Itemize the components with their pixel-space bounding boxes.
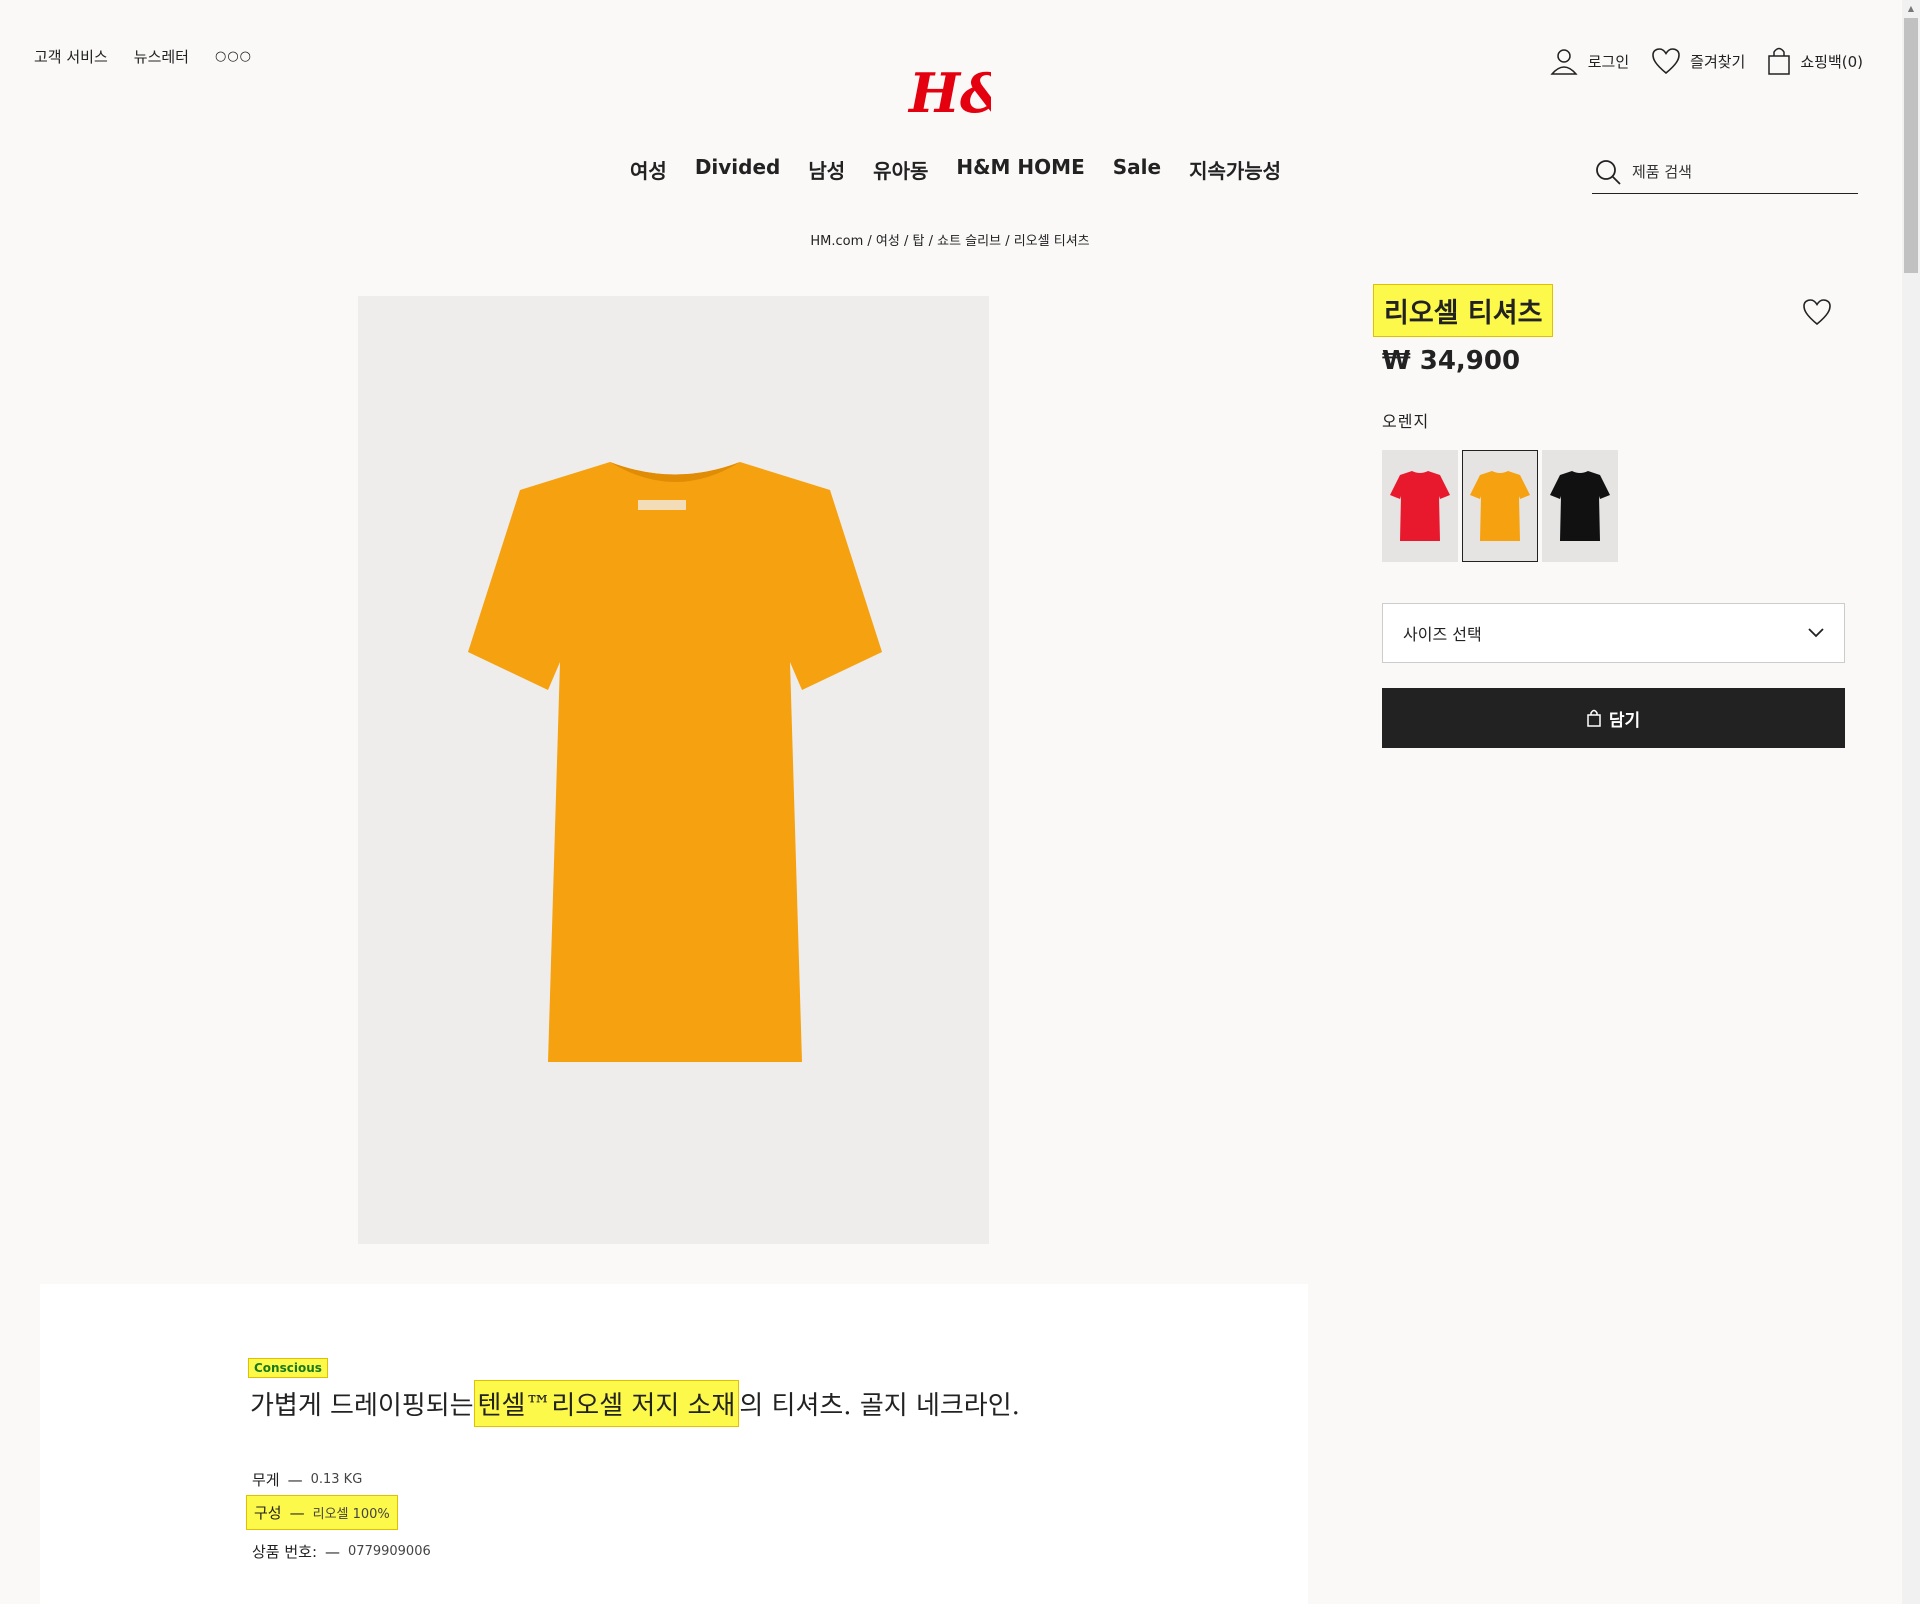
more-menu-icon[interactable]: ○○○: [215, 49, 252, 64]
search-bar: [1592, 150, 1858, 194]
nav-item-men[interactable]: 남성: [808, 155, 845, 184]
breadcrumb-separator: /: [1001, 234, 1014, 249]
size-select-label: 사이즈 선택: [1403, 625, 1482, 644]
breadcrumb-separator: /: [924, 234, 938, 249]
size-select[interactable]: 사이즈 선택: [1382, 603, 1845, 663]
tshirt-image: [468, 462, 882, 1062]
swatch-black[interactable]: [1542, 450, 1618, 562]
spec-label: 상품 번호:: [252, 1543, 318, 1561]
conscious-badge: Conscious: [248, 1358, 328, 1378]
breadcrumb-separator: /: [899, 234, 913, 249]
description-highlight: 텐셀™리오셀 저지 소재: [473, 1380, 740, 1427]
spec-composition: 구성 — 리오셀 100%: [246, 1495, 398, 1530]
main-nav: 여성 Divided 남성 유아동 H&M HOME Sale 지속가능성: [630, 155, 1281, 184]
customer-service-link[interactable]: 고객 서비스: [34, 46, 108, 67]
nav-item-home[interactable]: H&M HOME: [956, 155, 1084, 184]
description-text-before: 가볍게 드레이핑되는: [250, 1391, 474, 1421]
spec-value: 0779909006: [348, 1544, 431, 1559]
heart-icon: [1803, 299, 1831, 326]
shopping-bag-icon: [1768, 47, 1791, 75]
swatch-orange[interactable]: [1462, 450, 1538, 562]
favorites-link[interactable]: 즐겨찾기: [1651, 47, 1745, 75]
nav-item-women[interactable]: 여성: [630, 155, 667, 184]
product-image[interactable]: [358, 296, 989, 1244]
heart-icon: [1652, 48, 1680, 75]
search-icon[interactable]: [1594, 158, 1622, 186]
spec-value: 0.13 KG: [310, 1472, 363, 1487]
spec-value: 리오셀 100%: [312, 1507, 390, 1522]
spec-dash: —: [287, 1470, 303, 1489]
breadcrumb-home[interactable]: HM.com: [810, 234, 863, 249]
favorites-label: 즐겨찾기: [1690, 52, 1746, 71]
login-label: 로그인: [1587, 52, 1630, 71]
description-text-after: 의 티셔츠. 골지 네크라인.: [739, 1391, 1020, 1421]
add-to-bag-button[interactable]: 담기: [1382, 688, 1845, 748]
breadcrumb-current: 리오셀 티셔츠: [1013, 234, 1090, 249]
logo-text: H&M: [907, 61, 991, 120]
search-input[interactable]: [1632, 162, 1832, 181]
favorite-button[interactable]: [1802, 298, 1832, 330]
shopping-bag-icon: [1587, 709, 1601, 727]
add-to-bag-label: 담기: [1608, 710, 1641, 731]
nav-item-sustainability[interactable]: 지속가능성: [1189, 155, 1281, 184]
spec-label: 무게: [252, 1471, 280, 1489]
description-panel: [40, 1284, 1308, 1604]
newsletter-link[interactable]: 뉴스레터: [134, 46, 189, 67]
color-swatches: [1382, 450, 1618, 562]
breadcrumb-women[interactable]: 여성: [876, 234, 900, 249]
product-description: 가볍게 드레이핑되는 텐셀™리오셀 저지 소재 의 티셔츠. 골지 네크라인.: [250, 1380, 1020, 1427]
product-title-highlight: 리오셀 티셔츠: [1373, 284, 1554, 337]
breadcrumb: HM.com / 여성 / 탑 / 쇼트 슬리브 / 리오셀 티셔츠: [0, 230, 1900, 249]
login-link[interactable]: 로그인: [1549, 46, 1629, 76]
tshirt-red-icon: [1390, 471, 1450, 541]
breadcrumb-tops[interactable]: 탑: [913, 234, 925, 249]
tshirt-black-icon: [1550, 471, 1610, 541]
hm-logo[interactable]: H&M: [905, 60, 1071, 125]
spec-dash: —: [325, 1542, 341, 1561]
product-title: 리오셀 티셔츠: [1384, 298, 1543, 329]
user-icon: [1550, 49, 1578, 75]
swatch-red[interactable]: [1382, 450, 1458, 562]
utility-links-left: 고객 서비스 뉴스레터 ○○○: [34, 46, 252, 67]
shopping-bag-link[interactable]: 쇼핑백(0): [1767, 46, 1863, 76]
spec-dash: —: [289, 1503, 305, 1522]
breadcrumb-short-sleeve[interactable]: 쇼트 슬리브: [937, 234, 1001, 249]
shopping-bag-label: 쇼핑백(0): [1800, 52, 1863, 71]
nav-item-divided[interactable]: Divided: [695, 155, 781, 184]
chevron-down-icon: [1808, 628, 1824, 638]
nav-item-sale[interactable]: Sale: [1113, 155, 1161, 184]
spec-article-number: 상품 번호: — 0779909006: [252, 1541, 431, 1562]
spec-weight: 무게 — 0.13 KG: [252, 1469, 362, 1490]
breadcrumb-separator: /: [863, 234, 876, 249]
scrollbar-thumb[interactable]: [1904, 18, 1918, 273]
tshirt-orange-icon: [1470, 471, 1530, 541]
color-name: 오렌지: [1382, 412, 1430, 431]
scroll-up-icon[interactable]: ▲: [1902, 0, 1920, 16]
nav-item-kids[interactable]: 유아동: [873, 155, 928, 184]
spec-label: 구성: [254, 1504, 282, 1522]
product-price: ₩ 34,900: [1382, 346, 1521, 376]
utility-links-right: 로그인 즐겨찾기 쇼핑백(0): [1549, 46, 1863, 76]
